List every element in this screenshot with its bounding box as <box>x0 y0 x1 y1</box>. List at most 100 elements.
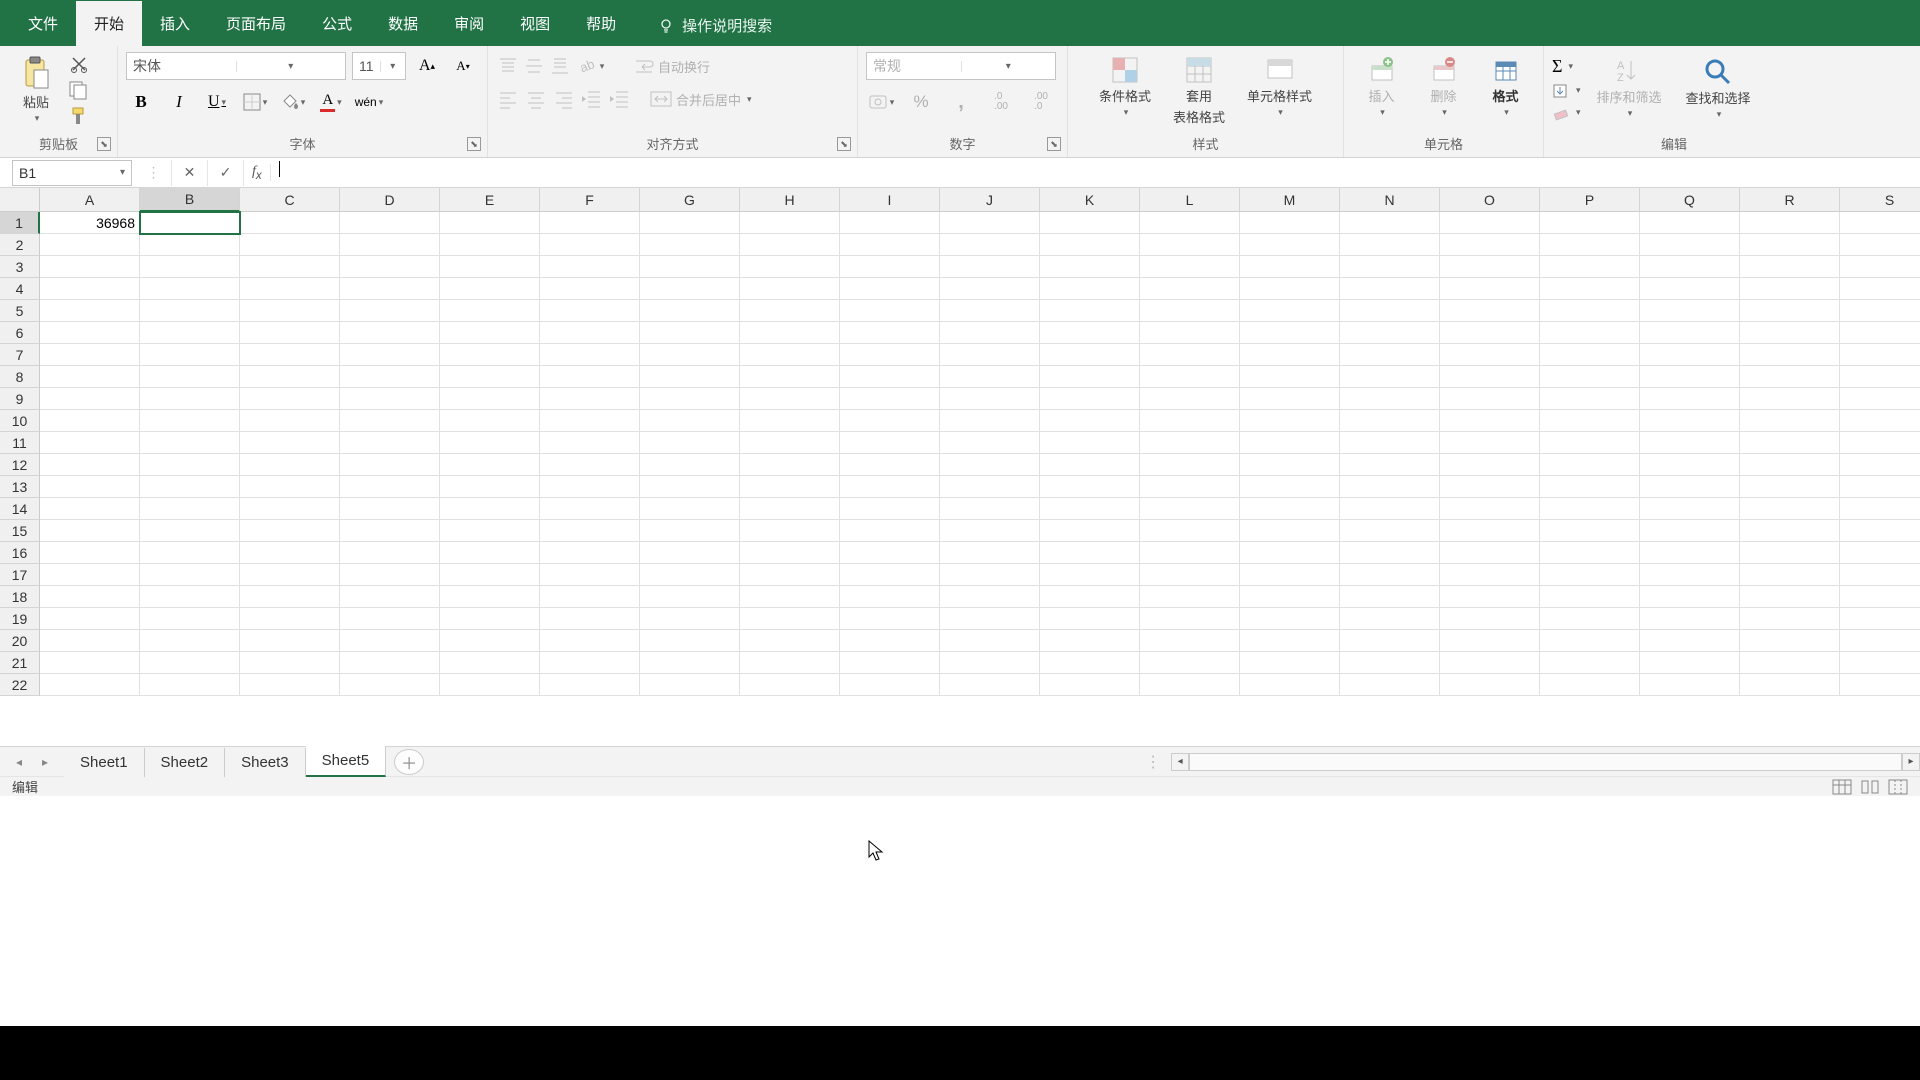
cell[interactable] <box>640 300 740 322</box>
cell[interactable] <box>1240 564 1340 586</box>
cell[interactable] <box>640 366 740 388</box>
cell[interactable] <box>1540 674 1640 696</box>
cell[interactable] <box>240 410 340 432</box>
cell[interactable] <box>440 564 540 586</box>
cell[interactable] <box>1440 344 1540 366</box>
cell[interactable] <box>40 608 140 630</box>
cut-icon[interactable] <box>69 54 89 74</box>
cell[interactable] <box>740 564 840 586</box>
cell[interactable] <box>1040 520 1140 542</box>
cell[interactable] <box>1240 630 1340 652</box>
cell[interactable] <box>240 520 340 542</box>
cell[interactable] <box>40 234 140 256</box>
cell[interactable] <box>540 410 640 432</box>
cell[interactable] <box>840 542 940 564</box>
column-header[interactable]: C <box>240 188 340 212</box>
cell[interactable] <box>1240 542 1340 564</box>
column-header[interactable]: R <box>1740 188 1840 212</box>
cell[interactable] <box>1540 322 1640 344</box>
cell[interactable] <box>40 520 140 542</box>
cell[interactable] <box>1840 520 1920 542</box>
cell[interactable] <box>1240 388 1340 410</box>
cell[interactable] <box>440 674 540 696</box>
cell[interactable] <box>1840 300 1920 322</box>
cell[interactable] <box>40 256 140 278</box>
percent-button[interactable]: % <box>906 88 936 116</box>
cell[interactable] <box>1140 344 1240 366</box>
column-header[interactable]: F <box>540 188 640 212</box>
cell[interactable] <box>1640 300 1740 322</box>
cell[interactable] <box>840 476 940 498</box>
formula-input[interactable] <box>271 160 1920 186</box>
cell[interactable] <box>1440 234 1540 256</box>
tab-view[interactable]: 视图 <box>502 1 568 46</box>
cells-area[interactable]: 36968 <box>40 212 1920 696</box>
cell[interactable] <box>840 234 940 256</box>
cell[interactable] <box>1540 278 1640 300</box>
cell[interactable] <box>740 586 840 608</box>
cell[interactable] <box>1740 388 1840 410</box>
cell[interactable] <box>540 674 640 696</box>
cell[interactable] <box>1740 278 1840 300</box>
cell[interactable] <box>140 608 240 630</box>
cell[interactable] <box>1440 432 1540 454</box>
column-header[interactable]: L <box>1140 188 1240 212</box>
cell[interactable] <box>1540 366 1640 388</box>
cell[interactable] <box>640 454 740 476</box>
cell[interactable] <box>240 278 340 300</box>
insert-cells-button[interactable]: 插入▾ <box>1354 52 1410 122</box>
cell[interactable] <box>1340 652 1440 674</box>
sheet-nav-prev[interactable]: ◂ <box>6 749 32 775</box>
cell[interactable] <box>440 278 540 300</box>
cell[interactable] <box>1140 388 1240 410</box>
cell[interactable] <box>40 432 140 454</box>
cell[interactable] <box>1740 212 1840 234</box>
cell[interactable] <box>840 498 940 520</box>
cell[interactable] <box>1240 234 1340 256</box>
cell[interactable] <box>1640 586 1740 608</box>
cell[interactable] <box>40 388 140 410</box>
cell[interactable] <box>1740 608 1840 630</box>
column-header[interactable]: P <box>1540 188 1640 212</box>
cell[interactable] <box>340 674 440 696</box>
row-header[interactable]: 5 <box>0 300 40 322</box>
cell[interactable] <box>1040 564 1140 586</box>
cell[interactable] <box>1640 630 1740 652</box>
cell[interactable] <box>1340 520 1440 542</box>
tab-data[interactable]: 数据 <box>370 1 436 46</box>
cell[interactable] <box>840 300 940 322</box>
cell[interactable] <box>1340 542 1440 564</box>
cell[interactable] <box>1240 410 1340 432</box>
cell[interactable] <box>840 652 940 674</box>
page-layout-view-icon[interactable] <box>1860 779 1880 795</box>
cell[interactable] <box>340 476 440 498</box>
cell[interactable] <box>340 542 440 564</box>
cell[interactable] <box>1140 454 1240 476</box>
cell[interactable] <box>540 630 640 652</box>
cell[interactable] <box>1440 212 1540 234</box>
cell[interactable] <box>1640 432 1740 454</box>
cell[interactable] <box>1140 652 1240 674</box>
cell[interactable] <box>840 674 940 696</box>
row-header[interactable]: 13 <box>0 476 40 498</box>
cell[interactable] <box>140 520 240 542</box>
cell[interactable] <box>1140 212 1240 234</box>
cell[interactable] <box>340 586 440 608</box>
cell[interactable] <box>740 520 840 542</box>
cell[interactable] <box>940 212 1040 234</box>
row-header[interactable]: 9 <box>0 388 40 410</box>
cell[interactable] <box>640 520 740 542</box>
font-color-button[interactable]: A▾ <box>316 88 346 116</box>
cell[interactable] <box>1040 652 1140 674</box>
cell[interactable] <box>840 520 940 542</box>
column-header[interactable]: D <box>340 188 440 212</box>
cell[interactable] <box>340 564 440 586</box>
cell[interactable] <box>1540 388 1640 410</box>
cell[interactable] <box>1340 278 1440 300</box>
row-header[interactable]: 2 <box>0 234 40 256</box>
cell[interactable] <box>1140 674 1240 696</box>
cell[interactable] <box>1240 278 1340 300</box>
cell[interactable] <box>940 674 1040 696</box>
clear-button[interactable]: ▾ <box>1552 105 1581 121</box>
cell[interactable] <box>1340 476 1440 498</box>
